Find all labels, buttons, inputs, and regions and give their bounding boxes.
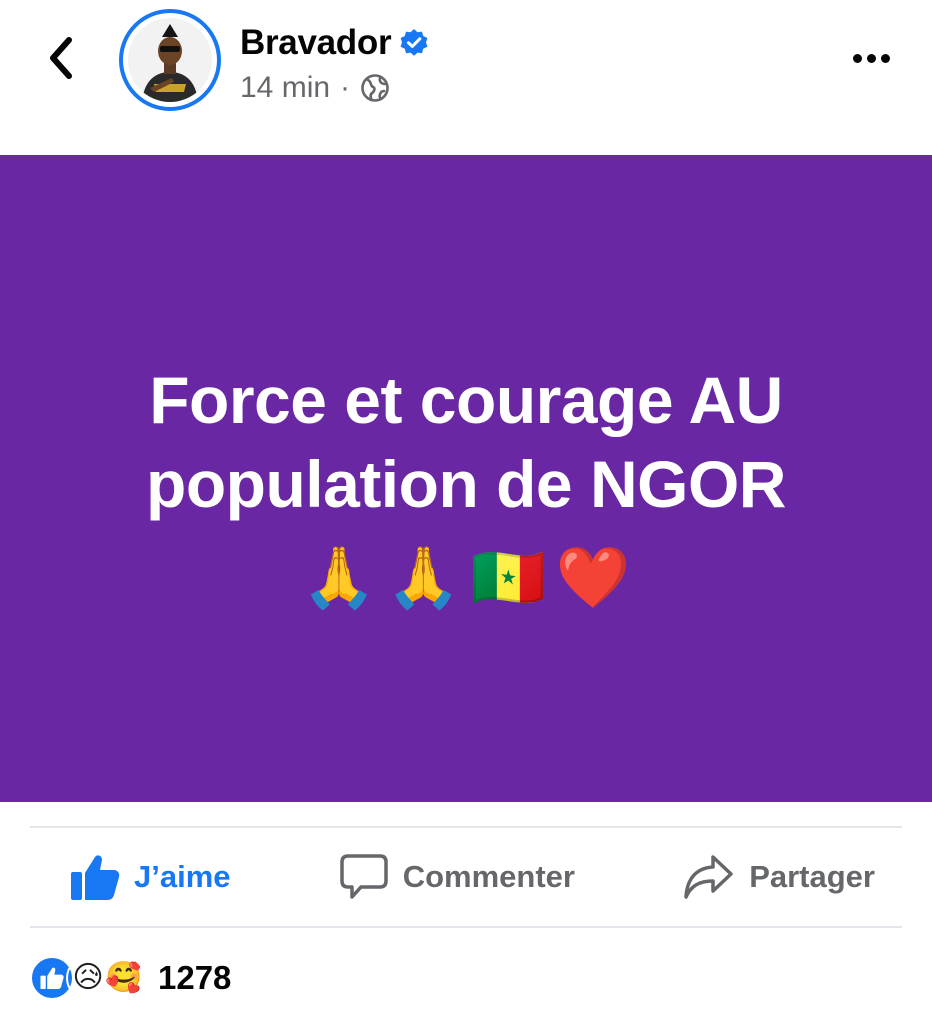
- share-button[interactable]: Partager: [683, 847, 875, 907]
- author-name[interactable]: Bravador: [240, 23, 392, 63]
- post-meta: 14 min ·: [240, 68, 390, 108]
- comment-icon: [339, 854, 388, 899]
- reaction-icons: 😥 🥰: [30, 956, 146, 1000]
- post-emojis: 🙏 🙏 🇸🇳 ❤️: [302, 540, 631, 616]
- more-options-button[interactable]: [848, 40, 894, 76]
- post-view: Bravador 14 min · Force et courage AU po…: [0, 0, 932, 1024]
- post-text: Force et courage AU population de NGOR: [146, 362, 786, 521]
- back-button[interactable]: [34, 30, 86, 86]
- author-avatar[interactable]: [119, 9, 221, 111]
- comment-label: Commenter: [402, 859, 575, 894]
- like-button[interactable]: J’aime: [70, 847, 231, 907]
- post-content[interactable]: Force et courage AU population de NGOR 🙏…: [0, 155, 932, 802]
- divider: [30, 926, 902, 928]
- avatar: [128, 18, 212, 102]
- verified-badge-icon: [400, 29, 428, 56]
- care-reaction-icon: 🥰: [102, 956, 146, 1000]
- share-label: Partager: [749, 859, 875, 894]
- thumbs-up-icon: [71, 855, 120, 900]
- post-header: Bravador 14 min ·: [0, 0, 932, 155]
- like-label: J’aime: [134, 859, 231, 894]
- senegal-flag-emoji: 🇸🇳: [471, 543, 546, 611]
- chevron-left-icon: [50, 37, 72, 79]
- reaction-count: 1278: [158, 959, 232, 996]
- author-name-row: Bravador: [240, 20, 429, 66]
- meta-separator: ·: [340, 71, 351, 104]
- praying-hands-emoji: 🙏: [301, 543, 377, 611]
- praying-hands-emoji: 🙏: [386, 543, 461, 611]
- globe-icon: [361, 74, 389, 102]
- more-horizontal-icon: [852, 53, 862, 63]
- red-heart-emoji: ❤️: [555, 543, 631, 611]
- post-actions: J’aime Commenter Partager: [30, 828, 902, 926]
- post-timestamp[interactable]: 14 min: [240, 71, 330, 105]
- share-icon: [684, 855, 733, 899]
- reactions-summary[interactable]: 😥 🥰 1278: [30, 952, 231, 1004]
- comment-button[interactable]: Commenter: [339, 847, 575, 907]
